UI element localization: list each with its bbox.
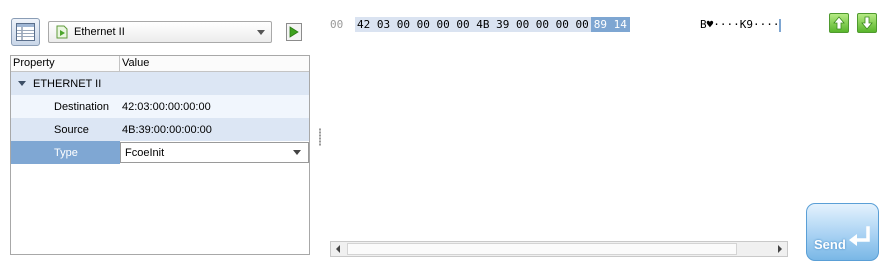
enter-arrow-icon — [849, 226, 870, 246]
table-view-button[interactable] — [11, 18, 40, 46]
property-value[interactable]: 42:03:00:00:00:00 — [120, 95, 309, 118]
scroll-right-button[interactable] — [773, 242, 787, 256]
type-dropdown[interactable]: FcoeInit — [120, 142, 309, 163]
protocol-dropdown-value: Ethernet II — [74, 26, 125, 38]
hex-offset: 00 — [330, 18, 344, 31]
property-name: Source — [54, 123, 89, 136]
tree-row-source[interactable]: Source 4B:39:00:00:00:00 — [11, 118, 309, 141]
collapse-arrow-icon[interactable] — [18, 81, 26, 86]
arrow-left-icon — [336, 245, 340, 253]
hex-line[interactable]: 00 42 03 00 00 00 00 4B 39 00 00 00 00 8… — [330, 17, 630, 32]
move-up-button[interactable] — [829, 13, 849, 33]
horizontal-scrollbar[interactable] — [330, 241, 788, 257]
arrow-right-icon — [778, 245, 782, 253]
send-button[interactable]: Send — [806, 203, 879, 261]
packet-icon — [56, 25, 68, 39]
tree-row-destination[interactable]: Destination 42:03:00:00:00:00 — [11, 95, 309, 118]
add-protocol-button[interactable] — [286, 23, 302, 41]
ascii-text: B♥····K9···· — [700, 18, 780, 31]
send-label: Send — [814, 237, 846, 252]
table-view-icon — [16, 23, 35, 41]
scrollbar-thumb[interactable] — [347, 243, 737, 255]
property-column-header[interactable]: Property — [11, 56, 120, 71]
panel-splitter[interactable] — [319, 128, 321, 146]
chevron-down-icon — [293, 150, 301, 155]
hex-selected-bytes[interactable]: 89 14 — [590, 17, 630, 32]
chevron-down-icon — [257, 30, 265, 35]
property-value[interactable]: 4B:39:00:00:00:00 — [120, 118, 309, 141]
tree-group-ethernet[interactable]: ETHERNET II — [11, 72, 309, 95]
protocol-dropdown[interactable]: Ethernet II — [48, 21, 272, 43]
arrow-up-icon — [833, 16, 845, 30]
type-dropdown-value: FcoeInit — [125, 146, 165, 159]
text-cursor — [779, 18, 782, 32]
tree-row-type[interactable]: Type FcoeInit — [11, 141, 309, 164]
property-name: Type — [11, 141, 120, 164]
move-down-button[interactable] — [857, 13, 877, 33]
hex-bytes[interactable]: 42 03 00 00 00 00 4B 39 00 00 00 00 — [355, 17, 591, 32]
value-column-header[interactable]: Value — [120, 56, 309, 71]
tree-header: Property Value — [11, 56, 309, 72]
property-name: Destination — [54, 100, 110, 113]
property-tree: Property Value ETHERNET II Destination 4… — [10, 55, 310, 255]
group-label: ETHERNET II — [33, 77, 102, 90]
ascii-view[interactable]: B♥····K9···· — [700, 17, 782, 32]
scroll-left-button[interactable] — [331, 242, 345, 256]
play-icon — [289, 26, 299, 38]
arrow-down-icon — [861, 16, 873, 30]
